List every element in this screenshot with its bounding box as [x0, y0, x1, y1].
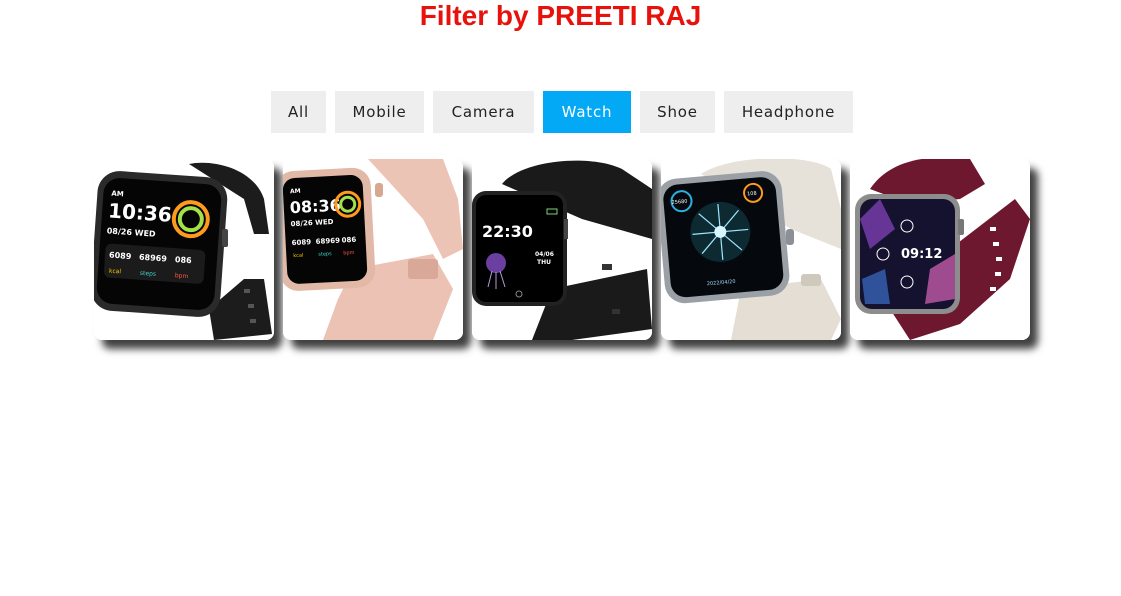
- stat-kcal-label: kcal: [109, 268, 122, 276]
- screen-time-text: 09:12: [901, 247, 942, 262]
- screen-time-text: 22:30: [482, 222, 533, 241]
- filter-all-button[interactable]: All: [271, 91, 326, 133]
- white-smartwatch-image: 25680 108 2022/04/20: [661, 159, 841, 340]
- product-card-black-smartwatch[interactable]: AM 10:36 08/26 WED 6089 68969 086 kcal s…: [94, 159, 274, 340]
- product-card-white-smartwatch[interactable]: 25680 108 2022/04/20: [661, 159, 841, 340]
- product-card-maroon-smartwatch[interactable]: 09:12: [850, 159, 1030, 340]
- stat-kcal-value: 6089: [291, 238, 311, 247]
- screen-time-text: 10:36: [107, 198, 172, 226]
- black-smartwatch-image: AM 10:36 08/26 WED 6089 68969 086 kcal s…: [94, 159, 274, 340]
- filter-headphone-button[interactable]: Headphone: [724, 91, 853, 133]
- stat-bpm-label: bpm: [175, 272, 189, 280]
- product-card-pink-smartwatch[interactable]: AM 08:36 08/26 WED 6089 68969 086 kcal s…: [283, 159, 463, 340]
- stat-kcal-value: 6089: [109, 251, 132, 262]
- screen-am-text: AM: [111, 190, 124, 199]
- stat-bpm-value: 086: [175, 255, 193, 265]
- filter-watch-button[interactable]: Watch: [543, 91, 631, 133]
- product-gallery: AM 10:36 08/26 WED 6089 68969 086 kcal s…: [94, 159, 1030, 340]
- pink-smartwatch-image: AM 08:36 08/26 WED 6089 68969 086 kcal s…: [283, 159, 463, 340]
- filter-shoe-button[interactable]: Shoe: [640, 91, 715, 133]
- stat-steps-label: steps: [318, 251, 332, 258]
- stat-steps-label: steps: [140, 270, 157, 278]
- product-card-black-square-smartwatch[interactable]: 22:30 04/06 THU: [472, 159, 652, 340]
- screen-day-text: THU: [537, 259, 551, 266]
- filter-mobile-button[interactable]: Mobile: [335, 91, 424, 133]
- stat-steps-value: 68969: [315, 237, 340, 246]
- stat-bpm-value: 086: [341, 236, 356, 245]
- screen-date-text: 04/06: [535, 251, 554, 258]
- stat-kcal-label: kcal: [293, 253, 303, 260]
- screen-time-text: 08:36: [289, 196, 341, 218]
- screen-am-text: AM: [290, 188, 301, 196]
- screen-top-right-text: 108: [747, 191, 757, 198]
- maroon-smartwatch-image: 09:12: [850, 159, 1030, 340]
- filter-bar: All Mobile Camera Watch Shoe Headphone: [271, 91, 853, 133]
- page-title: Filter by PREETI RAJ: [419, 0, 702, 31]
- filter-camera-button[interactable]: Camera: [433, 91, 534, 133]
- black-square-smartwatch-image: 22:30 04/06 THU: [472, 159, 652, 340]
- stat-bpm-label: bpm: [343, 250, 355, 257]
